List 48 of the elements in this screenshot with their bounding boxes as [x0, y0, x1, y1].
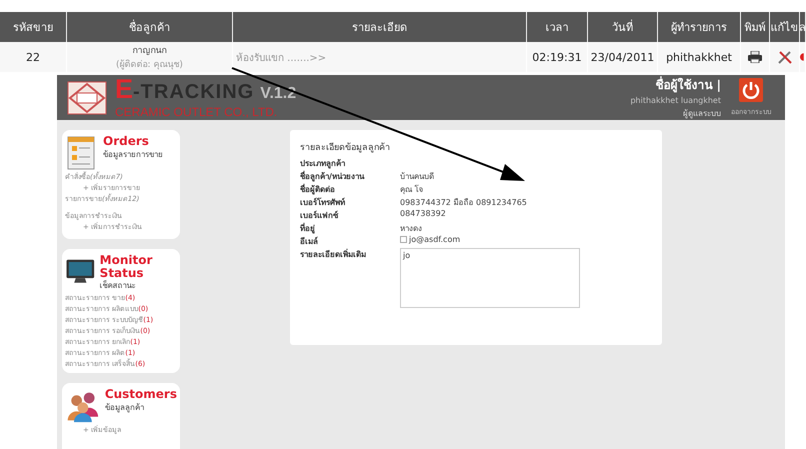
field-value: หางดง [400, 223, 422, 235]
column-header: รหัสขาย [0, 12, 67, 42]
field-value: คุณ โจ [400, 184, 424, 196]
field-label: ที่อยู่ [300, 222, 316, 235]
company-logo-icon [67, 80, 107, 114]
card-subtitle: ข้อมูลลูกค้า [104, 402, 145, 414]
table-cell: 22 [0, 42, 67, 72]
user-name: phithakkhet luangkhet [630, 96, 721, 105]
notes-textarea[interactable]: jo [400, 248, 580, 308]
table-cell: 23/04/2011 [588, 42, 658, 72]
field-label: รายละเอียดเพิ่มเติม [300, 248, 367, 261]
card-title[interactable]: Orders [103, 135, 163, 148]
column-header: วันที่ [588, 12, 658, 42]
detail-link[interactable]: ห้องรับแขก .......>> [233, 42, 527, 72]
table-cell: phithakkhet [658, 42, 741, 72]
logo-letter: E [115, 74, 134, 104]
column-header: ชื่อลูกค้า [67, 12, 233, 42]
card-title[interactable]: Monitor Status [100, 254, 177, 280]
field-value: 0983744372 มือถือ 0891234765 [400, 197, 527, 209]
field-label: ชื่อลูกค้า/หน่วยงาน [300, 170, 366, 183]
column-header: เวลา [527, 12, 588, 42]
field-value: jo@asdf.com [409, 235, 460, 244]
field-label: อีเมล์ [300, 236, 319, 248]
customer-name: กาญกนก [132, 45, 166, 57]
column-header: พิมพ์ [741, 12, 770, 42]
delete-icon[interactable] [800, 51, 805, 63]
field-value: 084738392 [400, 209, 446, 218]
contact-name: (ผู้ติดต่อ: คุณนุช) [116, 58, 183, 71]
company-name: CERAMIC OUTLET CO., LTD. [115, 105, 278, 119]
column-header: รายละเอียด [233, 12, 527, 42]
field-label: ชื่อผู้ติดต่อ [300, 183, 336, 196]
field-value: บ้านคนบดี [400, 171, 434, 183]
column-header: แก้ไข [770, 12, 800, 42]
card-subtitle: เช็คสถานะ [100, 279, 137, 292]
version-label: V.1.2 [260, 85, 296, 102]
card-title[interactable]: Customers [104, 388, 177, 401]
column-header: ผู้ทำรายการ [658, 12, 741, 42]
user-label: ชื่อผู้ใช้งาน | [655, 75, 721, 94]
column-header: ล [800, 12, 806, 42]
user-role: ผู้ดูแลระบบ [683, 108, 721, 120]
power-button[interactable] [739, 78, 763, 102]
table-cell: 02:19:31 [527, 42, 588, 72]
field-label: ประเภทลูกค้า [300, 158, 346, 170]
field-label: เบอร์แฟกซ์ [300, 210, 340, 222]
field-label: เบอร์โทรศัพท์ [300, 196, 346, 209]
panel-title: รายละเอียดข้อมูลลูกค้า [300, 142, 391, 154]
printer-icon[interactable] [748, 51, 762, 63]
card-subtitle: ข้อมูลรายการขาย [103, 148, 163, 161]
